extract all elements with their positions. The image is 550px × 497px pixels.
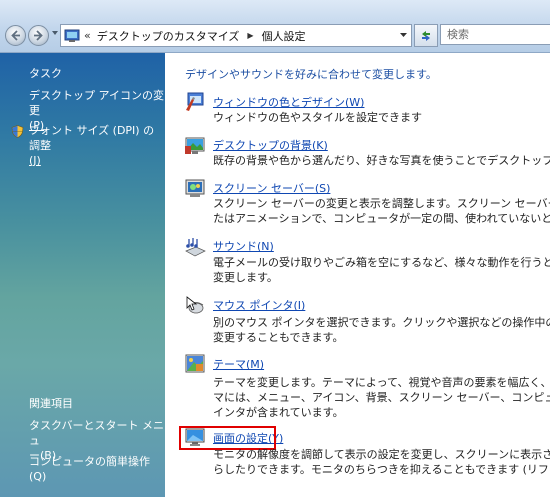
tasks-heading: タスク (29, 67, 62, 80)
theme-link[interactable]: テーマ(M) (213, 356, 264, 372)
desktop-background-description: 既存の背景や色から選んだり、好きな写真を使うことでデスクトップを飾るこ (213, 153, 550, 168)
breadcrumb-personalization[interactable]: 個人設定 (262, 28, 306, 44)
desc-line: モニタの解像度を調節して表示の設定を変更し、スクリーンに表示される項目 (213, 448, 550, 461)
mouse-pointer-link[interactable]: マウス ポインタ(I) (213, 297, 305, 313)
display-settings-description: モニタの解像度を調節して表示の設定を変更し、スクリーンに表示される項目 らしたり… (213, 447, 550, 477)
intro-text: デザインやサウンドを好みに合わせて変更します。 (185, 68, 437, 81)
desktop-background-link[interactable]: デスクトップの背景(K) (213, 137, 328, 153)
related-label-line1: タスクバーとスタート メニュ (29, 419, 164, 447)
recent-pages-dropdown[interactable] (52, 30, 58, 36)
desc-line: 変更します。 (213, 271, 278, 284)
related-label-line1: コンピュータの簡単操作(Q) (29, 455, 150, 483)
desc-line: 変更することもできます。 (213, 331, 344, 344)
desc-line: たはアニメーションで、コンピュータが一定の間、使われていないときに表示さ (213, 212, 550, 225)
theme-icon[interactable] (184, 353, 206, 375)
breadcrumb-customize-desktop[interactable]: デスクトップのカスタマイズ (97, 28, 240, 44)
sound-icon[interactable] (184, 236, 206, 258)
control-panel-icon (64, 29, 80, 42)
refresh-button[interactable] (414, 24, 438, 47)
back-button[interactable] (5, 25, 26, 46)
desc-line: テーマを変更します。テーマによって、視覚や音声の要素を幅広く、一度に変更 (213, 376, 550, 389)
task-pane: タスク デスクトップ アイコンの変更 (P) フォント サイズ (DPI) の調… (0, 53, 165, 497)
sound-description: 電子メールの受け取りやごみ箱を空にするなど、様々な動作を行うときに再生 変更しま… (213, 255, 550, 285)
sound-link[interactable]: サウンド(N) (213, 238, 274, 254)
desc-line: 既存の背景や色から選んだり、好きな写真を使うことでデスクトップを飾るこ (213, 154, 550, 167)
theme-description: テーマを変更します。テーマによって、視覚や音声の要素を幅広く、一度に変更 マには… (213, 375, 550, 420)
breadcrumb-separator-icon[interactable]: ▶ (247, 31, 253, 40)
search-input[interactable]: 検索 (440, 24, 550, 45)
screen-saver-link[interactable]: スクリーン セーバー(S) (213, 180, 330, 196)
window-color-icon[interactable] (184, 90, 206, 112)
address-toolbar: « デスクトップのカスタマイズ ▶ 個人設定 検索 (0, 0, 550, 53)
desc-line: マには、メニュー、アイコン、背景、スクリーン セーバー、コンピュータの効果 (213, 391, 550, 404)
task-adjust-font-size-link[interactable]: フォント サイズ (DPI) の調整 (J) (29, 123, 165, 168)
address-bar[interactable]: « デスクトップのカスタマイズ ▶ 個人設定 (60, 24, 412, 47)
window-color-link[interactable]: ウィンドウの色とデザイン(W) (213, 94, 364, 110)
related-heading: 関連項目 (29, 397, 73, 410)
desc-line: 別のマウス ポインタを選択できます。クリックや選択などの操作中のマウス ポ (213, 316, 550, 329)
breadcrumb-overflow[interactable]: « (84, 29, 91, 42)
refresh-icon (422, 30, 430, 41)
desc-line: 電子メールの受け取りやごみ箱を空にするなど、様々な動作を行うときに再生 (213, 256, 550, 269)
screen-saver-description: スクリーン セーバーの変更と表示を調整します。スクリーン セーバーとは、表 たは… (213, 196, 550, 226)
task-label-line1: フォント サイズ (DPI) の調整 (29, 124, 155, 152)
desktop-background-icon[interactable] (184, 135, 206, 157)
desc-line: らしたりできます。モニタのちらつきを抑えることもできます (リフレッシュ (213, 463, 550, 476)
desc-line: インタが含まれています。 (213, 406, 344, 419)
personalization-content: デザインやサウンドを好みに合わせて変更します。 ウィンドウの色とデザイン(W) … (166, 53, 550, 497)
window-color-description: ウィンドウの色やスタイルを設定できます (213, 110, 550, 125)
address-dropdown-icon[interactable] (400, 32, 407, 38)
desc-line: ウィンドウの色やスタイルを設定できます (213, 111, 422, 124)
task-label-line1: デスクトップ アイコンの変更 (29, 89, 164, 117)
mouse-pointer-icon[interactable] (184, 295, 206, 317)
task-label-line2: (J) (29, 154, 41, 167)
shield-icon (11, 125, 24, 138)
screen-saver-icon[interactable] (184, 178, 206, 200)
desc-line: スクリーン セーバーの変更と表示を調整します。スクリーン セーバーとは、表 (213, 197, 550, 210)
mouse-pointer-description: 別のマウス ポインタを選択できます。クリックや選択などの操作中のマウス ポ 変更… (213, 315, 550, 345)
back-arrow-icon (11, 30, 20, 41)
forward-button[interactable] (28, 25, 49, 46)
related-ease-of-access-link[interactable]: コンピュータの簡単操作(Q) (29, 454, 165, 484)
forward-arrow-icon (34, 30, 43, 41)
